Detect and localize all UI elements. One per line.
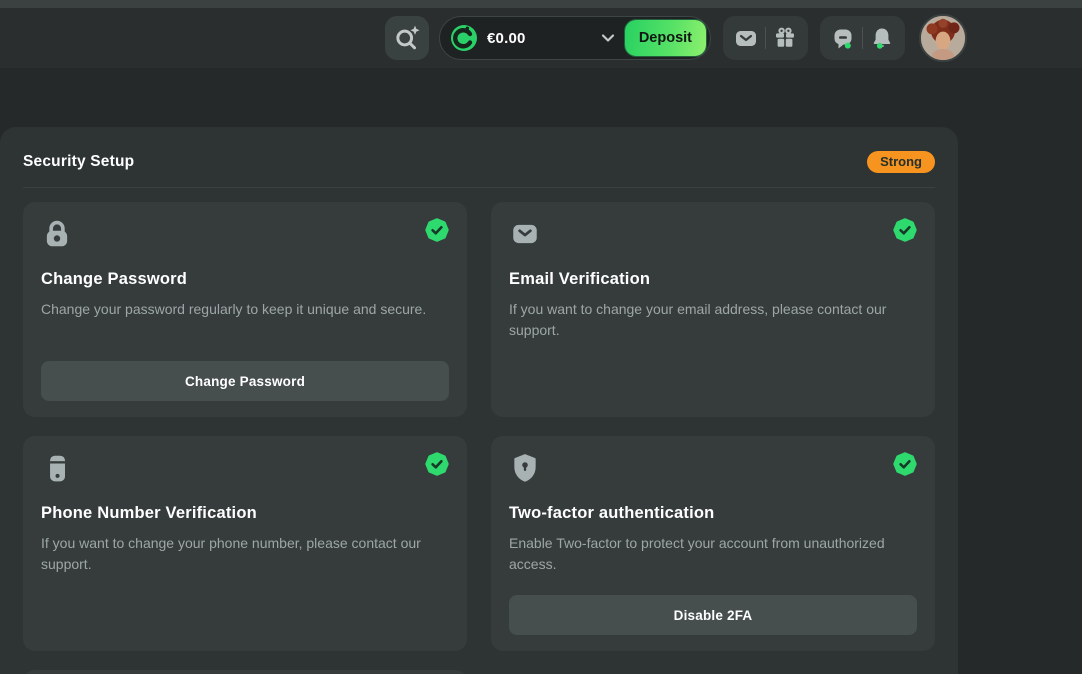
- security-setup-panel: Security Setup Strong Change Password Ch…: [0, 127, 958, 674]
- bell-icon: [870, 26, 894, 50]
- card-description: Enable Two-factor to protect your accoun…: [509, 533, 917, 575]
- page-title: Security Setup: [23, 153, 134, 171]
- card-partial-below-fold: [23, 670, 467, 674]
- card-title: Phone Number Verification: [41, 504, 449, 523]
- chat-notifications-group: [820, 16, 905, 60]
- verified-check-badge: [893, 218, 917, 242]
- envelope-icon: [509, 218, 541, 250]
- mail-gift-group: [723, 16, 808, 60]
- security-cards-grid: Change Password Change your password reg…: [23, 202, 935, 674]
- wallet-balance-selector[interactable]: €0.00 Deposit: [439, 16, 711, 60]
- window-top-strip: [0, 0, 1082, 8]
- verified-check-badge: [425, 218, 449, 242]
- card-title: Two-factor authentication: [509, 504, 917, 523]
- card-description: If you want to change your phone number,…: [41, 533, 449, 575]
- balance-amount: €0.00: [487, 30, 526, 47]
- notification-dot: [877, 43, 883, 49]
- chat-icon: [831, 26, 855, 50]
- lock-icon: [41, 218, 73, 250]
- shield-keyhole-icon: [509, 452, 541, 484]
- mail-icon: [734, 26, 758, 50]
- divider: [23, 187, 935, 188]
- top-navigation-bar: €0.00 Deposit: [0, 8, 1082, 68]
- phone-icon: [41, 452, 73, 484]
- search-button[interactable]: [385, 16, 429, 60]
- change-password-button[interactable]: Change Password: [41, 361, 449, 401]
- user-avatar[interactable]: [919, 14, 967, 62]
- chevron-down-icon: [599, 29, 617, 47]
- sparkle-icon: [410, 26, 419, 35]
- panel-header: Security Setup Strong: [23, 151, 935, 173]
- chat-online-dot: [845, 43, 851, 49]
- card-title: Change Password: [41, 270, 449, 289]
- search-icon: [391, 22, 423, 54]
- gift-icon: [773, 26, 797, 50]
- card-description: If you want to change your email address…: [509, 299, 917, 341]
- card-phone-verification: Phone Number Verification If you want to…: [23, 436, 467, 651]
- disable-2fa-button[interactable]: Disable 2FA: [509, 595, 917, 635]
- card-title: Email Verification: [509, 270, 917, 289]
- card-description: Change your password regularly to keep i…: [41, 299, 449, 320]
- notifications-button[interactable]: [863, 16, 901, 60]
- card-email-verification: Email Verification If you want to change…: [491, 202, 935, 417]
- mail-button[interactable]: [727, 16, 765, 60]
- deposit-button[interactable]: Deposit: [625, 20, 706, 56]
- currency-coin-icon: [450, 24, 478, 52]
- chat-button[interactable]: [824, 16, 862, 60]
- card-change-password: Change Password Change your password reg…: [23, 202, 467, 417]
- verified-check-badge: [893, 452, 917, 476]
- avatar-photo: [921, 16, 965, 60]
- verified-check-badge: [425, 452, 449, 476]
- gift-button[interactable]: [766, 16, 804, 60]
- card-two-factor-auth: Two-factor authentication Enable Two-fac…: [491, 436, 935, 651]
- password-strength-badge: Strong: [867, 151, 935, 173]
